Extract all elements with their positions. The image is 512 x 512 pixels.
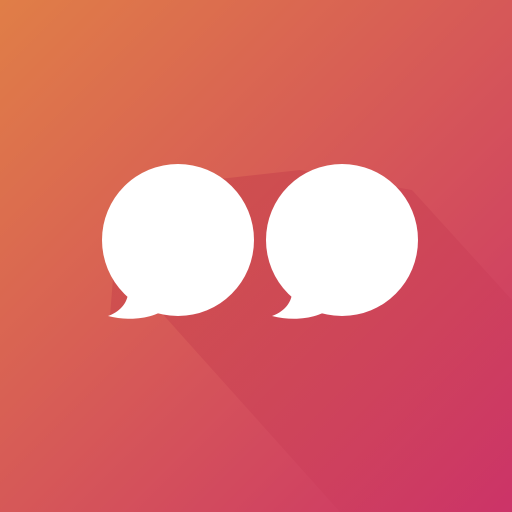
app-icon	[0, 0, 512, 512]
chat-bubbles-icon	[0, 0, 512, 512]
